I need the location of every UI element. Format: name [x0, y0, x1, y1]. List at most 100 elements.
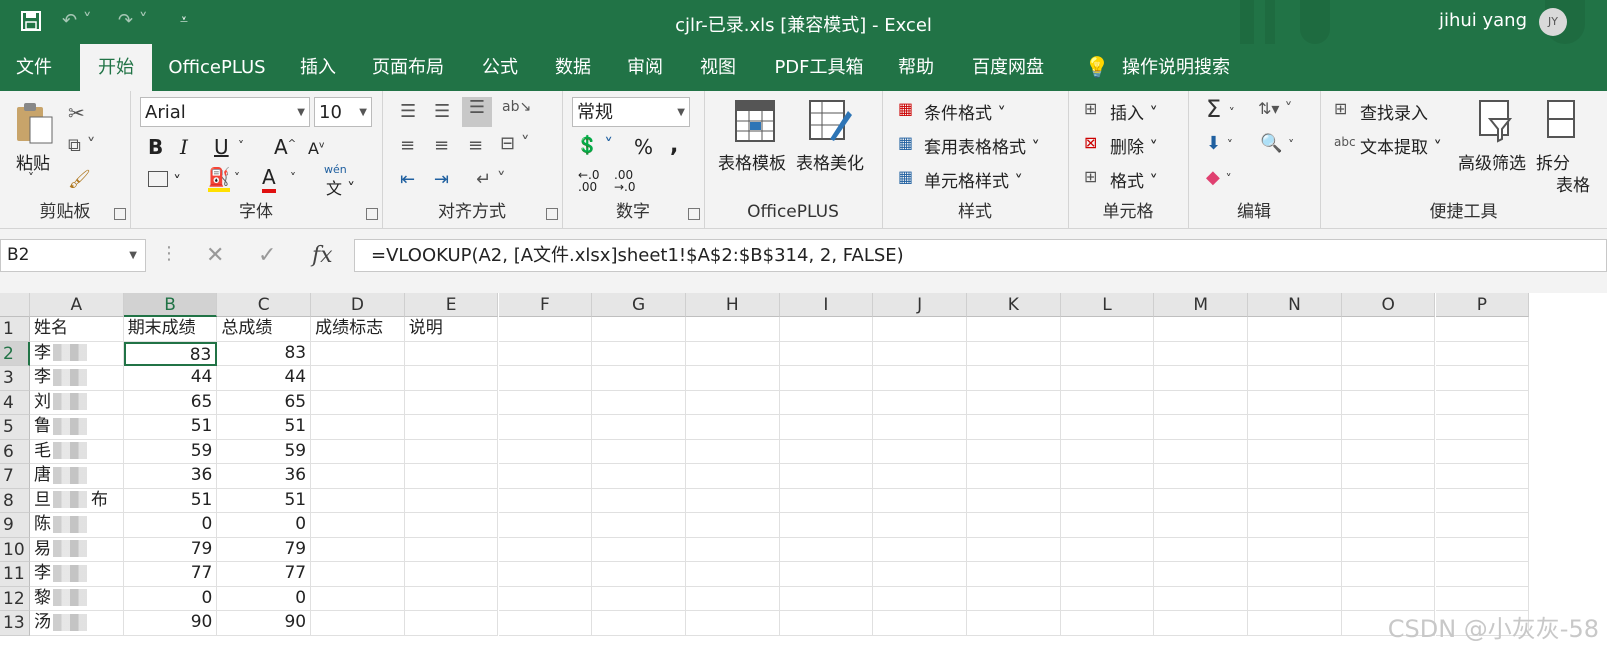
cell-F[interactable]	[498, 586, 593, 611]
cell-A[interactable]: 姓名	[30, 317, 124, 342]
row-header[interactable]: 3	[0, 366, 30, 391]
font-size-select[interactable]: 10 ▼	[314, 97, 372, 127]
conditional-format-button[interactable]: 条件格式 ˅	[924, 99, 1006, 124]
cell-G[interactable]	[592, 488, 686, 513]
find-entry-icon[interactable]: ⊞	[1334, 99, 1347, 118]
cell-M[interactable]	[1154, 464, 1249, 489]
cell-F[interactable]	[498, 513, 593, 538]
insert-function-icon[interactable]: fx	[312, 243, 333, 268]
cell-O[interactable]	[1341, 366, 1436, 391]
cell-C[interactable]: 90	[217, 611, 312, 636]
cell-C[interactable]: 59	[217, 439, 312, 464]
cut-icon[interactable]: ✂	[68, 101, 85, 125]
cell-G[interactable]	[592, 317, 686, 342]
cell-O[interactable]	[1341, 439, 1436, 464]
chevron-down-icon[interactable]: ˅	[234, 171, 240, 185]
cell-P[interactable]	[1435, 562, 1530, 587]
merge-center-icon[interactable]: ⊟ ˅	[500, 133, 530, 154]
table-template-icon[interactable]	[734, 99, 776, 147]
cell-G[interactable]	[592, 586, 686, 611]
table-template-button[interactable]: 表格模板	[718, 149, 786, 174]
cell-E[interactable]: 说明	[404, 317, 499, 342]
cell-N[interactable]	[1248, 464, 1342, 489]
column-header[interactable]: P	[1435, 293, 1530, 317]
cell-H[interactable]	[685, 439, 780, 464]
cell-I[interactable]	[779, 611, 874, 636]
cancel-icon[interactable]: ✕	[206, 243, 224, 268]
cell-D[interactable]: 成绩标志	[311, 317, 405, 342]
find-select-icon[interactable]: 🔍 ˅	[1260, 133, 1294, 154]
cell-E[interactable]	[404, 439, 499, 464]
align-top-icon[interactable]: ☰	[400, 101, 416, 122]
advanced-filter-icon[interactable]	[1478, 99, 1514, 147]
cell-L[interactable]	[1060, 537, 1155, 562]
cell-P[interactable]	[1435, 488, 1530, 513]
font-color-icon[interactable]: A	[262, 165, 276, 193]
column-header[interactable]: O	[1341, 293, 1436, 317]
tab-insert[interactable]: 插入	[288, 44, 348, 91]
cell-O[interactable]	[1341, 390, 1436, 415]
cell-A[interactable]: 汤	[30, 611, 124, 636]
cell-D[interactable]	[311, 586, 405, 611]
cell-M[interactable]	[1154, 341, 1249, 366]
cell-K[interactable]	[967, 390, 1061, 415]
avatar[interactable]: JY	[1539, 8, 1567, 36]
column-header[interactable]: J	[873, 293, 967, 317]
cell-E[interactable]	[404, 611, 499, 636]
cell-P[interactable]	[1435, 513, 1530, 538]
table-beautify-icon[interactable]	[808, 99, 852, 147]
cell-J[interactable]	[873, 341, 967, 366]
cell-A[interactable]: 陈	[30, 513, 124, 538]
cell-I[interactable]	[779, 366, 874, 391]
wrap-text-icon[interactable]: ↵ ˅	[476, 169, 506, 190]
cell-I[interactable]	[779, 586, 874, 611]
tab-pdf-tools[interactable]: PDF工具箱	[764, 44, 874, 91]
cell-H[interactable]	[685, 513, 780, 538]
cell-G[interactable]	[592, 537, 686, 562]
align-middle-icon[interactable]: ☰	[434, 101, 450, 122]
cell-K[interactable]	[967, 611, 1061, 636]
cell-G[interactable]	[592, 390, 686, 415]
cell-J[interactable]	[873, 611, 967, 636]
cell-A[interactable]: 旦布	[30, 488, 124, 513]
cell-H[interactable]	[685, 586, 780, 611]
tab-baidu-disk[interactable]: 百度网盘	[960, 44, 1056, 91]
autosum-icon[interactable]: Σ ˅	[1206, 95, 1235, 123]
cell-O[interactable]	[1341, 488, 1436, 513]
cell-N[interactable]	[1248, 488, 1342, 513]
cell-B[interactable]: 59	[123, 439, 218, 464]
cell-M[interactable]	[1154, 611, 1249, 636]
cell-E[interactable]	[404, 341, 499, 366]
split-table-button-line2[interactable]: 表格	[1556, 171, 1590, 196]
row-header[interactable]: 8	[0, 488, 30, 513]
insert-cells-icon[interactable]: ⊞	[1084, 99, 1097, 118]
cell-F[interactable]	[498, 537, 593, 562]
cell-I[interactable]	[779, 513, 874, 538]
cell-C[interactable]: 77	[217, 562, 312, 587]
cell-O[interactable]	[1341, 586, 1436, 611]
cell-K[interactable]	[967, 464, 1061, 489]
paste-icon[interactable]	[14, 101, 54, 149]
format-as-table-icon[interactable]: ▦	[898, 133, 913, 152]
cell-B[interactable]: 51	[123, 415, 218, 440]
cell-F[interactable]	[498, 439, 593, 464]
cell-B[interactable]: 65	[123, 390, 218, 415]
cell-G[interactable]	[592, 562, 686, 587]
cell-L[interactable]	[1060, 439, 1155, 464]
formula-input[interactable]: =VLOOKUP(A2, [A文件.xlsx]sheet1!$A$2:$B$31…	[354, 239, 1607, 272]
tab-page-layout[interactable]: 页面布局	[360, 44, 456, 91]
cell-L[interactable]	[1060, 488, 1155, 513]
cell-I[interactable]	[779, 537, 874, 562]
cell-N[interactable]	[1248, 611, 1342, 636]
cell-B[interactable]: 0	[123, 586, 218, 611]
cell-H[interactable]	[685, 488, 780, 513]
cell-P[interactable]	[1435, 366, 1530, 391]
cell-F[interactable]	[498, 562, 593, 587]
cell-I[interactable]	[779, 562, 874, 587]
cell-A[interactable]: 毛	[30, 439, 124, 464]
cell-M[interactable]	[1154, 439, 1249, 464]
decrease-font-icon[interactable]: Av	[308, 139, 324, 158]
cell-P[interactable]	[1435, 390, 1530, 415]
phonetic-char[interactable]: 文 ˅	[326, 175, 355, 199]
row-header[interactable]: 6	[0, 439, 30, 464]
